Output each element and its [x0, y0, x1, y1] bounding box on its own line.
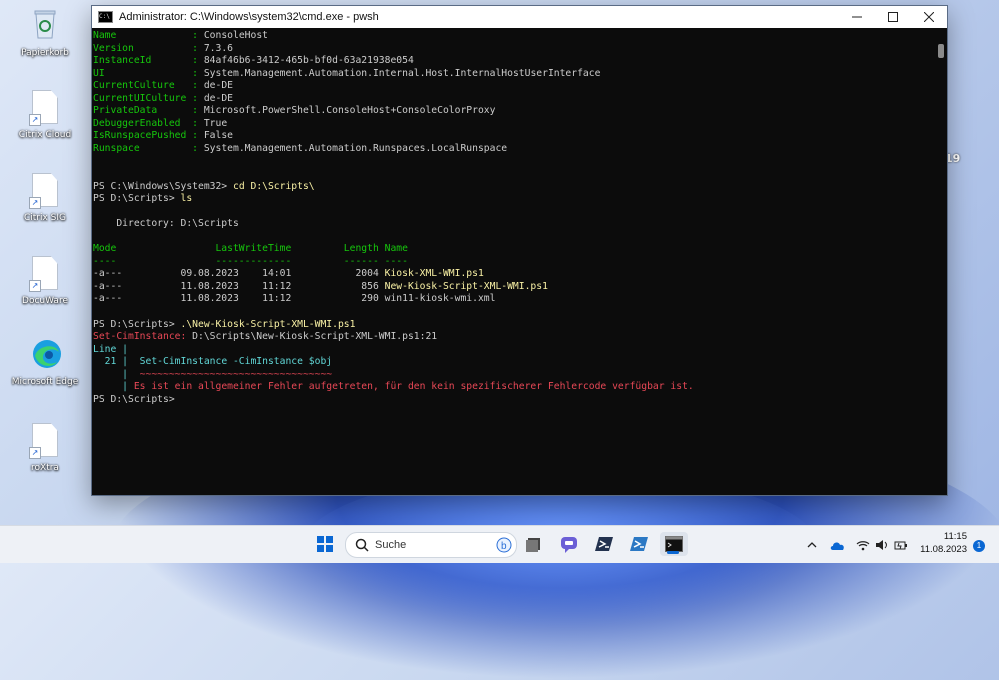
desktop-icon-recycle-bin[interactable]: Papierkorb: [10, 8, 80, 58]
host-prop-line: Name : ConsoleHost: [93, 30, 268, 41]
search-icon: [355, 538, 369, 552]
recycle-bin-icon: [31, 8, 59, 42]
error-message-line: | Es ist ein allgemeiner Fehler aufgetre…: [93, 381, 694, 393]
desktop-icon-label: DocuWare: [22, 296, 68, 306]
close-icon: [924, 12, 934, 22]
taskbar-clock[interactable]: 11:15 11.08.2023: [915, 530, 967, 556]
desktop-icon-label: roXtra: [31, 463, 59, 473]
file-row: -a--- 11.08.2023 11:12 856 New-Kiosk-Scr…: [93, 280, 548, 292]
task-view-icon: [526, 538, 540, 552]
scrollbar-thumb[interactable]: [938, 44, 944, 58]
taskbar-chat[interactable]: [557, 532, 581, 556]
file-row: -a--- 09.08.2023 14:01 2004 Kiosk-XML-WM…: [93, 268, 484, 280]
edge-icon: [31, 337, 61, 371]
terminal-icon: [665, 536, 683, 552]
host-prop-line: Version : 7.3.6: [93, 42, 233, 54]
windows-start-icon: [317, 536, 333, 552]
prompt-line: PS D:\Scripts> ls: [93, 193, 193, 205]
terminal-window[interactable]: C:\ Administrator: C:\Windows\system32\c…: [91, 5, 948, 496]
host-prop-line: IsRunspacePushed : False: [93, 130, 233, 142]
prompt-line: PS D:\Scripts>: [93, 393, 175, 405]
maximize-icon: [888, 12, 898, 22]
prompt-line: PS C:\Windows\System32> cd D:\Scripts\: [93, 180, 315, 192]
host-prop-line: CurrentUICulture : de-DE: [93, 92, 233, 104]
window-titlebar[interactable]: C:\ Administrator: C:\Windows\system32\c…: [92, 6, 947, 28]
error-tilde-line: | ~~~~~~~~~~~~~~~~~~~~~~~~~~~~~~~~~: [93, 368, 333, 380]
prompt-line: PS D:\Scripts> .\New-Kiosk-Script-XML-WM…: [93, 318, 356, 330]
svg-text:b: b: [501, 541, 507, 552]
table-rule: ---- ------------- ------ ----: [93, 255, 408, 267]
start-button[interactable]: [313, 532, 337, 556]
system-tray: [806, 526, 908, 563]
clock-date: 11.08.2023: [920, 544, 967, 555]
file-shortcut-icon: ↗: [29, 173, 59, 209]
taskbar-powershell-ise[interactable]: [592, 532, 616, 556]
host-prop-line: CurrentCulture : de-DE: [93, 80, 233, 92]
host-prop-line: UI : System.Management.Automation.Intern…: [93, 67, 601, 79]
host-prop-line: DebuggerEnabled : True: [93, 117, 228, 129]
desktop-icon-label: Citrix Cloud: [18, 130, 72, 140]
desktop-icon-docuware[interactable]: ↗ DocuWare: [10, 256, 80, 306]
powershell-icon: [630, 537, 648, 551]
cmd-icon: C:\: [98, 11, 113, 23]
onedrive-icon[interactable]: [830, 539, 846, 551]
file-shortcut-icon: ↗: [29, 256, 59, 292]
error-code-line: 21 | Set-CimInstance -CimInstance $obj: [93, 356, 333, 368]
chat-icon: [561, 537, 577, 553]
notification-badge[interactable]: 1: [973, 540, 985, 552]
maximize-button[interactable]: [875, 6, 911, 28]
active-indicator: [667, 551, 679, 554]
console-scrollbar[interactable]: [935, 28, 947, 495]
desktop-icon-citrix-sig[interactable]: ↗ Citrix SIG: [10, 173, 80, 223]
host-prop-line: PrivateData : Microsoft.PowerShell.Conso…: [93, 105, 496, 117]
taskbar-search[interactable]: Suche b: [345, 532, 517, 558]
error-line-label: Line |: [93, 343, 128, 355]
taskbar-powershell[interactable]: [627, 532, 651, 556]
chevron-up-icon[interactable]: [806, 539, 818, 551]
search-placeholder: Suche: [375, 539, 407, 551]
host-prop-line: Runspace : System.Management.Automation.…: [93, 142, 508, 154]
file-shortcut-icon: ↗: [29, 423, 59, 459]
desktop-icon-label: Citrix SIG: [23, 213, 67, 223]
desktop-icon-label: Microsoft Edge: [11, 377, 79, 387]
file-row: -a--- 11.08.2023 11:12 290 win11-kiosk-w…: [93, 293, 496, 305]
taskbar: Suche b 11:15 11.08.2023 1: [0, 525, 999, 563]
directory-line: Directory: D:\Scripts: [93, 218, 239, 230]
host-prop-line: InstanceId : 84af46b6-3412-465b-bf0d-63a…: [93, 55, 414, 67]
desktop-icon-microsoft-edge[interactable]: Microsoft Edge: [10, 337, 80, 387]
window-title: Administrator: C:\Windows\system32\cmd.e…: [119, 11, 379, 23]
battery-icon[interactable]: [894, 539, 908, 551]
minimize-button[interactable]: [839, 6, 875, 28]
table-header: Mode LastWriteTime Length Name: [93, 243, 408, 255]
volume-icon[interactable]: [875, 539, 889, 551]
bing-icon: b: [496, 537, 512, 553]
taskbar-cmd-active[interactable]: [660, 532, 688, 556]
close-button[interactable]: [911, 6, 947, 28]
wifi-icon[interactable]: [856, 539, 870, 551]
clock-time: 11:15: [943, 531, 967, 542]
file-shortcut-icon: ↗: [29, 90, 59, 126]
desktop-icon-roxtra[interactable]: ↗ roXtra: [10, 423, 80, 473]
taskbar-task-view[interactable]: [522, 532, 546, 556]
powershell-ise-icon: [595, 537, 613, 551]
minimize-icon: [852, 16, 862, 18]
error-header: Set-CimInstance: D:\Scripts\New-Kiosk-Sc…: [93, 331, 438, 343]
desktop-icon-label: Papierkorb: [21, 48, 69, 58]
desktop-icon-citrix-cloud[interactable]: ↗ Citrix Cloud: [10, 90, 80, 140]
console-output[interactable]: Name : ConsoleHost Version : 7.3.6 Insta…: [92, 28, 935, 495]
